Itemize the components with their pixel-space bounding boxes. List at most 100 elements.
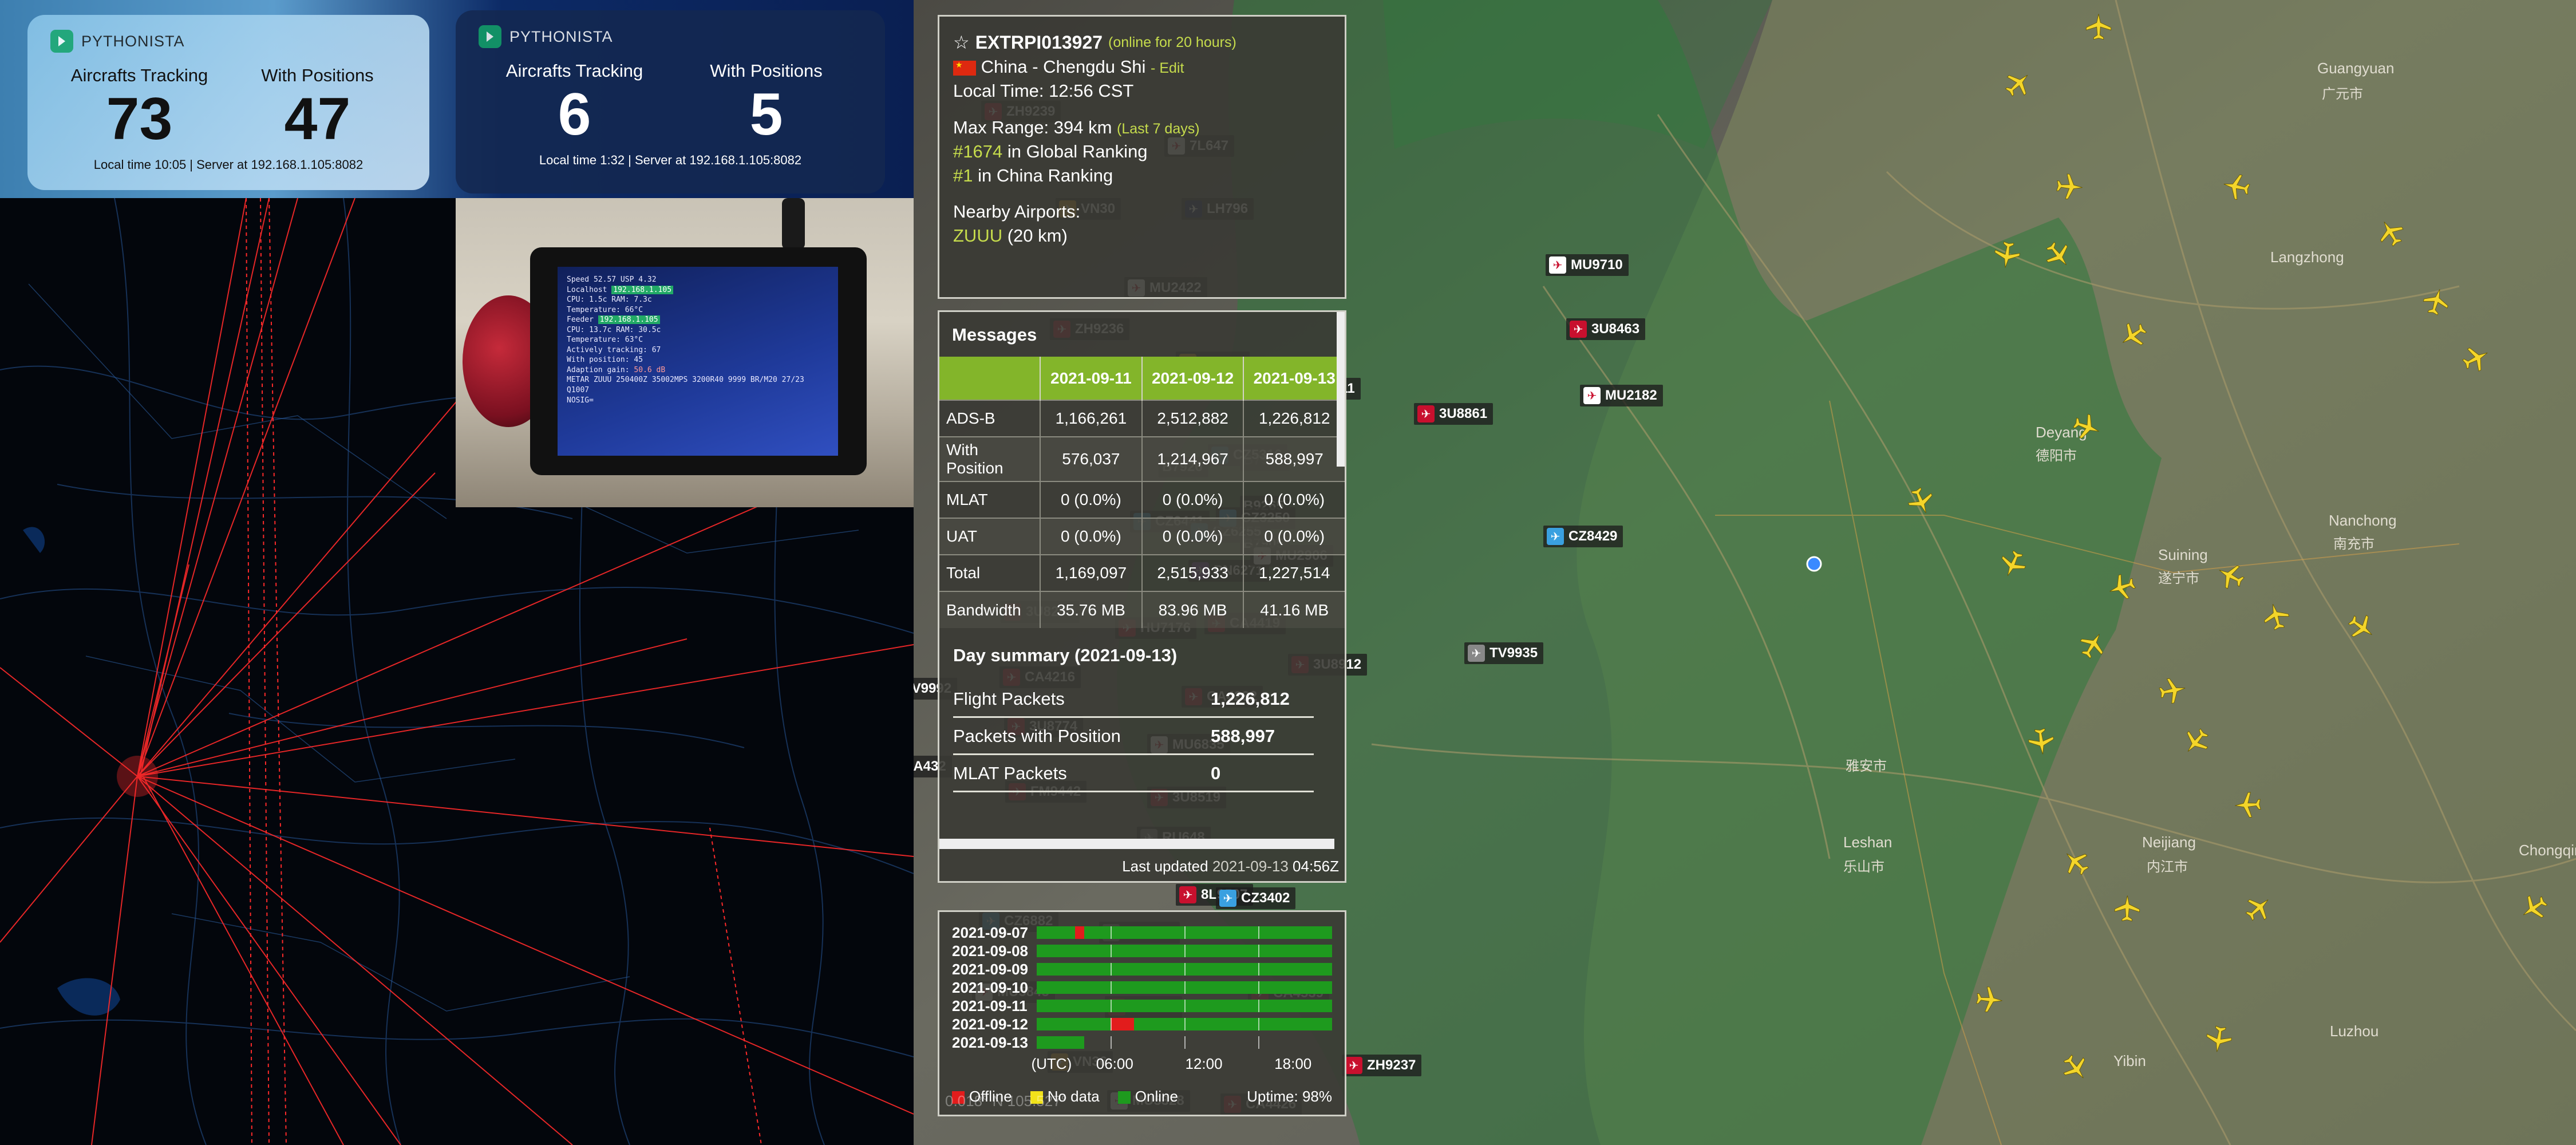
uptime-date: 2021-09-11: [952, 997, 1028, 1014]
uptime-panel: 2021-09-07 2021-09-08 2021-09-09 2021-09-10…: [938, 910, 1346, 1116]
table-cell: 41.16 MB: [1243, 591, 1345, 628]
global-rank-link[interactable]: #1674: [953, 141, 1002, 161]
adsb-widget-dark[interactable]: PYTHONISTA Aircrafts Tracking 6 With Pos…: [456, 10, 885, 194]
display-device: Speed 52.57 USP 4.32 Localhost 192.168.1…: [530, 247, 867, 475]
map-place-label: 乐山市: [1843, 859, 1884, 875]
summary-row: Packets with Position 588,997: [953, 718, 1314, 755]
uptime-tick: [1184, 981, 1186, 994]
flight-label[interactable]: ✈ ZH9237: [1342, 1055, 1422, 1076]
airline-logo-icon: ✈: [1345, 1057, 1362, 1074]
summary-row: MLAT Packets 0: [953, 755, 1314, 792]
flight-label[interactable]: ✈ CZ3402: [1216, 887, 1296, 909]
global-ranking: #1674 in Global Ranking: [953, 141, 1148, 161]
china-flag-icon: [953, 60, 976, 76]
flight-label[interactable]: ✈ TV9935: [1464, 642, 1544, 664]
table-cell: 0 (0.0%): [1040, 481, 1142, 518]
messages-scrollbar[interactable]: [1337, 312, 1345, 467]
map-place-label: Langzhong: [2270, 248, 2344, 266]
widget-header: PYTHONISTA: [50, 30, 406, 53]
flight-label[interactable]: ✈ MU2182: [1580, 385, 1663, 406]
uptime-bar: [1037, 1018, 1332, 1030]
screen-line: With position: 45: [567, 356, 643, 365]
uptime-bar: [1037, 963, 1332, 976]
airport-link[interactable]: ZUUU: [953, 226, 1002, 246]
tracking-label: Aircrafts Tracking: [505, 61, 643, 81]
flight-code: ZH9237: [1367, 1057, 1416, 1073]
plane-icon[interactable]: [2112, 893, 2143, 923]
live-map-view[interactable]: Guangyuan 广元市 Langzhong Nanchong 南充市 Sui…: [914, 0, 2576, 1145]
tracking-label: Aircrafts Tracking: [70, 65, 208, 85]
flight-code: MU9710: [1571, 257, 1623, 273]
summary-row: Flight Packets 1,226,812: [953, 681, 1314, 718]
uptime-tick: [1184, 1000, 1186, 1012]
row-label: ADS-B: [939, 400, 1040, 437]
favorite-star-icon[interactable]: ☆: [953, 30, 970, 55]
adsb-widget-light[interactable]: PYTHONISTA Aircrafts Tracking 73 With Po…: [27, 15, 429, 190]
row-label: Total: [939, 554, 1040, 591]
screen-line: Feeder 192.168.1.105: [567, 315, 829, 325]
plane-icon[interactable]: [2202, 1022, 2235, 1056]
flight-label[interactable]: ✈ 3U8463: [1566, 318, 1646, 340]
uptime-tick: [1111, 926, 1112, 939]
plane-icon[interactable]: [2084, 11, 2113, 41]
plane-icon[interactable]: [2025, 725, 2058, 759]
device-photo: Speed 52.57 USP 4.32 Localhost 192.168.1…: [456, 198, 914, 507]
messages-panel[interactable]: Messages 2021-09-11 2021-09-12 2021-09-1…: [938, 310, 1346, 883]
map-place-label: Nanchong: [2329, 512, 2397, 529]
uptime-percent: Uptime: 98%: [1247, 1088, 1332, 1105]
plane-icon[interactable]: [1974, 984, 2006, 1016]
airline-logo-icon: ✈: [1219, 890, 1236, 907]
legend-item: Online: [1117, 1088, 1178, 1105]
plane-icon[interactable]: [2156, 673, 2191, 708]
table-cell: 0 (0.0%): [1243, 481, 1345, 518]
device-screen: Speed 52.57 USP 4.32 Localhost 192.168.1…: [558, 267, 838, 456]
airline-logo-icon: ✈: [1547, 528, 1564, 545]
uptime-row: 2021-09-11: [952, 997, 1332, 1015]
table-cell: 588,997: [1243, 436, 1345, 481]
max-range: Max Range: 394 km (Last 7 days): [953, 117, 1200, 137]
pythonista-logo-icon: [479, 25, 501, 48]
table-row: UAT 0 (0.0%) 0 (0.0%) 0 (0.0%): [939, 518, 1345, 555]
plane-icon[interactable]: [2232, 789, 2263, 821]
plane-icon[interactable]: [2218, 169, 2254, 204]
uptime-row: 2021-09-13: [952, 1033, 1332, 1052]
offline-segment: [1111, 1018, 1135, 1030]
airline-logo-icon: ✈: [1468, 645, 1485, 662]
plane-icon[interactable]: [1990, 239, 2024, 273]
airline-logo-icon: ✈: [1570, 321, 1587, 338]
flight-label[interactable]: ✈ CZ8429: [1543, 526, 1623, 547]
map-place-label: 雅安市: [1846, 759, 1887, 774]
screen-line: CPU: 13.7c RAM: 30.5c: [567, 325, 661, 334]
china-rank-link[interactable]: #1: [953, 165, 973, 185]
table-header: [939, 357, 1040, 400]
day-summary-title: Day summary (2021-09-13): [953, 645, 1178, 665]
local-time: Local Time: 12:56 CST: [953, 81, 1134, 101]
cable-image: [782, 198, 805, 250]
edit-link[interactable]: - Edit: [1151, 60, 1184, 76]
offline-segment: [1075, 926, 1084, 939]
uptime-axis: (UTC) 06:00 12:00 18:00: [1007, 1055, 1332, 1073]
uptime-tick: [1258, 981, 1260, 994]
uptime-date: 2021-09-12: [952, 1015, 1028, 1033]
axis-label: (UTC): [1031, 1055, 1072, 1072]
uptime-date: 2021-09-09: [952, 960, 1028, 978]
table-row: Bandwidth 35.76 MB 83.96 MB 41.16 MB: [939, 591, 1345, 628]
map-place-label: Neijiang: [2142, 834, 2196, 851]
positions-label: With Positions: [710, 61, 823, 81]
uptime-tick: [1111, 1036, 1112, 1049]
screen-line: Actively tracking: 67: [567, 345, 661, 354]
flight-label[interactable]: ✈ MU9710: [1546, 254, 1629, 276]
plane-icon[interactable]: [2054, 171, 2086, 203]
widget-footer: Local time 10:05 | Server at 192.168.1.1…: [93, 157, 364, 172]
messages-title: Messages: [952, 325, 1037, 345]
location-text: China - Chengdu Shi: [981, 57, 1146, 77]
pythonista-logo-icon: [50, 30, 73, 53]
table-cell: 1,226,812: [1243, 400, 1345, 437]
map-place-label: 广元市: [2322, 86, 2363, 102]
table-row: With Position 576,037 1,214,967 588,997: [939, 436, 1345, 481]
axis-label: 12:00: [1185, 1055, 1223, 1072]
summary-scrollbar[interactable]: [939, 839, 1334, 849]
flight-code: TV9935: [1490, 645, 1538, 661]
flight-label[interactable]: ✈ 3U8861: [1414, 403, 1494, 425]
uptime-row: 2021-09-08: [952, 942, 1332, 960]
